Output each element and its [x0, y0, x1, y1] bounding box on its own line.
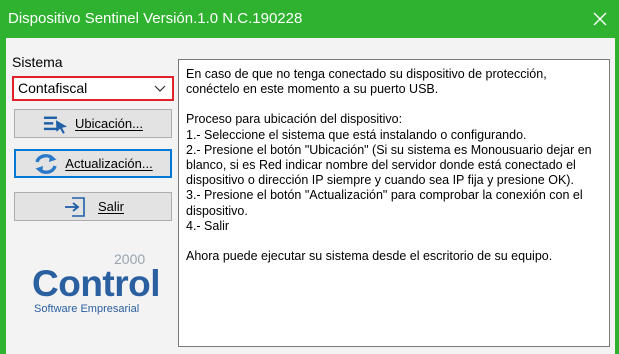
- sistema-select[interactable]: Contafiscal: [12, 76, 174, 101]
- window-title: Dispositivo Sentinel Versión.1.0 N.C.190…: [8, 10, 303, 27]
- title-bar[interactable]: Dispositivo Sentinel Versión.1.0 N.C.190…: [0, 0, 619, 38]
- actualizacion-button[interactable]: Actualización...: [14, 149, 172, 178]
- footer-paragraph: Ahora puede ejecutar su sistema desde el…: [186, 249, 553, 264]
- chevron-down-icon: [154, 85, 166, 92]
- process-heading: Proceso para ubicación del dispositivo:: [186, 112, 403, 127]
- intro-paragraph: En caso de que no tenga conectado su dis…: [186, 67, 547, 97]
- instructions-textbox[interactable]: En caso de que no tenga conectado su dis…: [178, 59, 610, 347]
- step-3: 3.- Presione el botón "Actualización" pa…: [186, 188, 583, 218]
- refresh-arrows-icon: [33, 153, 59, 175]
- ubicacion-label: Ubicación...: [75, 116, 143, 131]
- logo-brand: Control: [32, 263, 160, 304]
- salir-button[interactable]: Salir: [14, 192, 172, 221]
- actualizacion-label: Actualización...: [65, 156, 153, 171]
- close-icon: [593, 12, 607, 26]
- ubicacion-button[interactable]: Ubicación...: [14, 109, 172, 138]
- sistema-label: Sistema: [12, 54, 63, 70]
- step-1: 1.- Seleccione el sistema que está insta…: [186, 127, 527, 142]
- salir-label: Salir: [97, 199, 124, 214]
- sentinel-dialog-window: Dispositivo Sentinel Versión.1.0 N.C.190…: [0, 0, 619, 354]
- left-panel: Sistema Contafiscal Ubicación... Actuali…: [12, 52, 177, 352]
- close-button[interactable]: [581, 0, 619, 38]
- control-logo: 2000 Control Software Empresarial: [32, 247, 162, 317]
- sistema-selected-value: Contafiscal: [18, 80, 88, 96]
- step-4: 4.- Salir: [186, 218, 230, 233]
- cursor-list-icon: [43, 113, 69, 135]
- exit-arrow-icon: [62, 196, 88, 218]
- step-2: 2.- Presione el botón "Ubicación" (Si su…: [186, 142, 592, 188]
- logo-tagline: Software Empresarial: [34, 303, 139, 315]
